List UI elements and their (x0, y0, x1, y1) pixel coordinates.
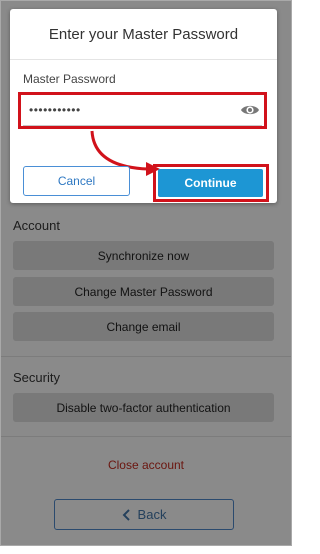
master-password-dialog: Enter your Master Password Master Passwo… (10, 9, 277, 203)
cancel-button[interactable]: Cancel (23, 166, 130, 196)
master-password-label: Master Password (23, 72, 116, 86)
dialog-divider (10, 59, 277, 60)
dialog-title: Enter your Master Password (48, 26, 239, 43)
continue-button[interactable]: Continue (158, 169, 263, 197)
app-window: Account Synchronize now Change Master Pa… (0, 0, 292, 546)
password-highlight-box (18, 92, 267, 129)
